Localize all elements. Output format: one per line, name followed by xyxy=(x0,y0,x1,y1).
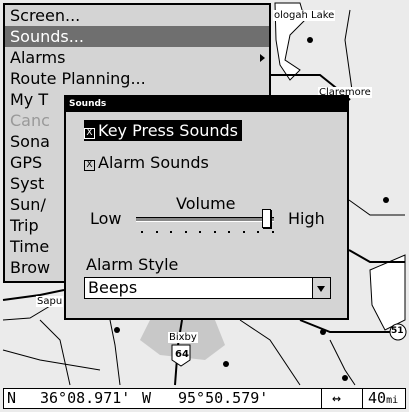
menu-item-label: GPS xyxy=(10,153,43,172)
highway-64-shield: 64 xyxy=(175,349,189,360)
volume-tick xyxy=(242,231,245,233)
map-label-sapulpa: Sapu xyxy=(36,296,64,307)
menu-item-label: Trip xyxy=(10,216,39,235)
checkbox-checked-icon: X xyxy=(84,160,95,171)
alarm-sounds-checkbox[interactable]: X Alarm Sounds xyxy=(84,152,209,173)
volume-slider-track[interactable] xyxy=(136,217,274,222)
alarm-style-dropdown[interactable]: Beeps xyxy=(84,277,331,299)
submenu-arrow-icon xyxy=(260,54,265,62)
latitude-value: 36°08.971' xyxy=(40,389,131,407)
menu-item-label: Time xyxy=(10,237,50,256)
longitude-value: 95°50.579' xyxy=(178,389,269,407)
menu-item-label: Sounds... xyxy=(10,27,84,46)
highway-51-shield: 51 xyxy=(391,326,404,336)
longitude-hemisphere: W xyxy=(142,389,152,407)
menu-item-label: Alarms xyxy=(10,48,66,67)
checkbox-checked-icon: X xyxy=(84,128,95,139)
volume-tick xyxy=(199,231,201,233)
alarm-style-value: Beeps xyxy=(88,278,138,297)
map-label-bixby: Bixby xyxy=(168,332,198,343)
volume-tick xyxy=(228,231,230,233)
volume-low-label: Low xyxy=(90,209,122,228)
map-label-oologah-lake: ologah Lake xyxy=(273,10,336,21)
menu-item-label: Sona xyxy=(10,132,50,151)
menu-item-label: Screen... xyxy=(10,6,81,25)
volume-tick xyxy=(184,231,187,233)
volume-high-label: High xyxy=(288,209,325,228)
volume-tick xyxy=(257,231,259,233)
zoom-value: 40 xyxy=(368,389,387,407)
menu-item-label: Sun/ xyxy=(10,195,46,214)
menu-item-sounds[interactable]: Sounds... xyxy=(5,26,269,47)
zoom-unit: mi xyxy=(386,395,399,406)
alarm-sounds-label: Alarm Sounds xyxy=(98,153,209,172)
menu-item-label: Brow xyxy=(10,258,51,277)
menu-item-screen[interactable]: Screen... xyxy=(5,5,269,26)
device-screen: ologah Lake Claremore Sapu Bixby 64 51 S… xyxy=(0,0,409,412)
menu-item-label: My T xyxy=(10,90,49,109)
volume-tick xyxy=(155,231,158,233)
volume-slider-thumb[interactable] xyxy=(262,209,272,228)
zoom-readout: 40mi xyxy=(368,389,398,410)
alarm-style-label: Alarm Style xyxy=(86,255,179,274)
menu-item-alarms[interactable]: Alarms xyxy=(5,47,269,68)
volume-tick xyxy=(170,231,172,233)
status-divider xyxy=(362,389,363,408)
menu-item-route-planning[interactable]: Route Planning... xyxy=(5,68,269,89)
status-divider xyxy=(321,389,322,408)
latitude-hemisphere: N xyxy=(7,389,17,407)
volume-tick xyxy=(213,231,216,233)
menu-item-label: Canc xyxy=(10,111,50,130)
menu-item-label: Route Planning... xyxy=(10,69,146,88)
dropdown-arrow-icon[interactable] xyxy=(312,278,330,298)
key-press-sounds-checkbox[interactable]: X Key Press Sounds xyxy=(84,120,243,141)
dialog-title: Sounds xyxy=(66,97,347,112)
volume-tick xyxy=(141,231,143,233)
menu-item-label: Syst xyxy=(10,174,45,193)
sounds-dialog: Sounds X Key Press Sounds X Alarm Sounds V… xyxy=(64,95,349,320)
status-bar: N 36°08.971' W 95°50.579' ↔ 40mi xyxy=(3,388,406,409)
volume-tick xyxy=(271,231,274,233)
volume-label: Volume xyxy=(176,194,236,213)
double-arrow-icon: ↔ xyxy=(332,389,342,407)
key-press-sounds-label: Key Press Sounds xyxy=(98,121,239,140)
